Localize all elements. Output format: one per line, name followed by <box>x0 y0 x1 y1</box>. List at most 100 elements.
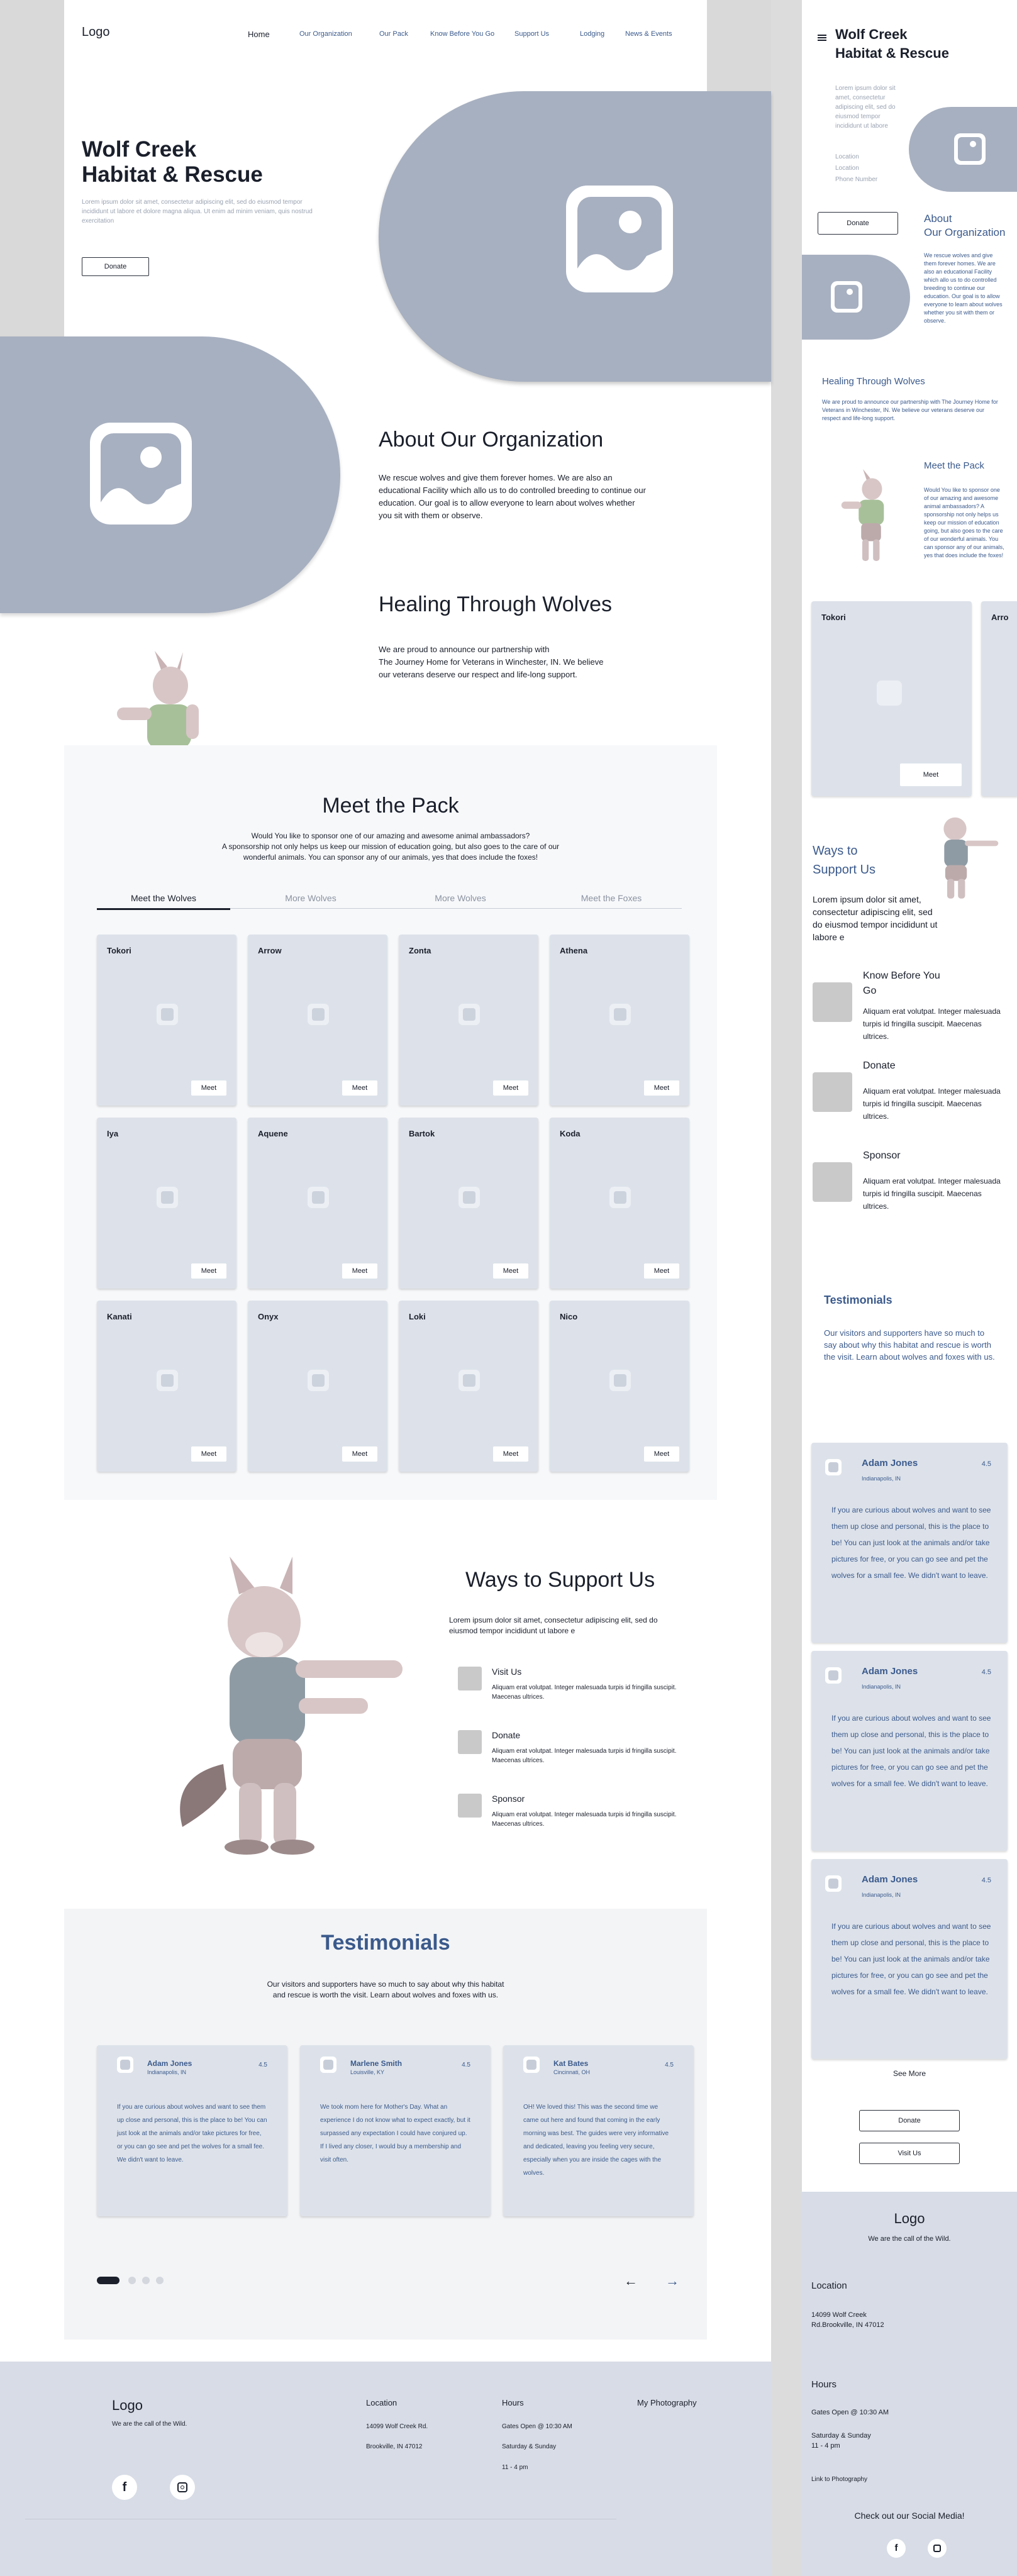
meet-button[interactable]: Meet <box>493 1263 528 1279</box>
animal-name: Onyx <box>258 1312 279 1321</box>
footer-logo[interactable]: Logo <box>112 2397 143 2414</box>
meet-button[interactable]: Meet <box>191 1446 226 1462</box>
tab-more-wolves-2[interactable]: More Wolves <box>397 893 523 903</box>
facebook-icon[interactable]: f <box>887 2539 906 2558</box>
animal-card[interactable]: Nico Meet <box>550 1301 689 1472</box>
rating: 4.5 <box>462 2062 470 2068</box>
footer-photography-link[interactable]: My Photography <box>637 2398 697 2407</box>
carousel-dot-active[interactable] <box>97 2277 119 2284</box>
margin-strip <box>0 0 64 336</box>
mobile-donate-button[interactable]: Donate <box>818 212 898 235</box>
arrow-left-icon[interactable]: ← <box>624 2273 638 2289</box>
animal-card[interactable]: Bartok Meet <box>399 1118 538 1289</box>
footer-hours3: 11 - 4 pm <box>502 2464 528 2471</box>
instagram-icon[interactable] <box>170 2475 195 2500</box>
meet-button[interactable]: Meet <box>493 1446 528 1462</box>
rating: 4.5 <box>665 2062 674 2068</box>
mobile-support-item-icon <box>813 1162 852 1202</box>
animal-name: Tokori <box>821 613 846 622</box>
nav-news-events[interactable]: News & Events <box>625 30 672 38</box>
meet-button[interactable]: Meet <box>191 1263 226 1279</box>
carousel-dot[interactable] <box>128 2277 136 2284</box>
mobile-healing-title: Healing Through Wolves <box>822 376 925 387</box>
image-icon <box>566 186 673 292</box>
mobile-support-item-title[interactable]: Donate <box>863 1058 896 1074</box>
mobile-testimonial-card: Adam Jones Indianapolis, IN 4.5 If you are … <box>811 1443 1008 1643</box>
meet-button[interactable]: Meet <box>191 1080 226 1096</box>
nav-support-us[interactable]: Support Us <box>514 30 549 38</box>
mobile-hero-image <box>909 107 1017 192</box>
mobile-testimonials-title: Testimonials <box>824 1294 892 1306</box>
meet-button[interactable]: Meet <box>644 1080 679 1096</box>
tab-meet-the-wolves[interactable]: Meet the Wolves <box>97 893 230 910</box>
hero-donate-button[interactable]: Donate <box>82 257 149 276</box>
meet-button[interactable]: Meet <box>342 1263 377 1279</box>
meet-button[interactable]: Meet <box>644 1446 679 1462</box>
image-icon-inner <box>161 1374 174 1387</box>
footer: Logo We are the call of the Wild. f Loca… <box>0 2362 771 2576</box>
animal-card[interactable]: Kanati Meet <box>97 1301 236 1472</box>
animal-card[interactable]: Loki Meet <box>399 1301 538 1472</box>
animal-card[interactable]: Iya Meet <box>97 1118 236 1289</box>
mobile-footer-logo[interactable]: Logo <box>802 2211 1017 2227</box>
hero-title-line1: Wolf Creek <box>82 137 197 162</box>
support-item-title[interactable]: Sponsor <box>492 1794 525 1804</box>
meet-button[interactable]: Meet <box>644 1263 679 1279</box>
mobile-footer-social-title: Check out our Social Media! <box>854 2511 965 2521</box>
mobile-footer-hours1: Gates Open @ 10:30 AM <box>811 2409 889 2416</box>
animal-card[interactable]: Aquene Meet <box>248 1118 387 1289</box>
avatar-icon <box>523 2057 540 2073</box>
animal-card[interactable]: Zonta Meet <box>399 935 538 1106</box>
mobile-animal-card[interactable]: Arro <box>981 601 1017 796</box>
animal-card[interactable]: Koda Meet <box>550 1118 689 1289</box>
mobile-support-item-body: Aliquam erat volutpat. Integer malesuada… <box>863 1177 1001 1211</box>
mobile-support-item-title-line: Go <box>863 985 877 996</box>
mobile-animal-card[interactable]: Tokori Meet <box>811 601 972 796</box>
image-icon-inner <box>463 1374 475 1387</box>
nav-know-before-you-go[interactable]: Know Before You Go <box>430 30 494 38</box>
animal-name: Zonta <box>409 946 431 955</box>
mobile-donate-button-2[interactable]: Donate <box>859 2110 960 2131</box>
animal-card[interactable]: Onyx Meet <box>248 1301 387 1472</box>
image-icon <box>157 1187 178 1208</box>
mobile-see-more-link[interactable]: See More <box>802 2069 1017 2078</box>
carousel-dot[interactable] <box>156 2277 164 2284</box>
testimonials-section: Testimonials Our visitors and supporters… <box>64 1909 707 2340</box>
tab-meet-the-foxes[interactable]: Meet the Foxes <box>548 893 674 903</box>
mobile-visit-button[interactable]: Visit Us <box>859 2143 960 2164</box>
tab-more-wolves[interactable]: More Wolves <box>248 893 374 903</box>
mobile-about-title: About Our Organization <box>924 212 1005 240</box>
mobile-footer-photography-link[interactable]: Link to Photography <box>811 2476 867 2483</box>
meet-button[interactable]: Meet <box>900 763 962 786</box>
animal-name: Loki <box>409 1312 426 1321</box>
instagram-icon[interactable] <box>928 2539 947 2558</box>
pack-tabs: Meet the Wolves More Wolves More Wolves … <box>97 890 682 910</box>
support-item-title[interactable]: Donate <box>492 1730 520 1740</box>
carousel-dot[interactable] <box>142 2277 150 2284</box>
animal-card[interactable]: Tokori Meet <box>97 935 236 1106</box>
testimonial-text: If you are curious about wolves and want… <box>831 1506 991 1580</box>
reviewer-name: Adam Jones <box>147 2059 192 2068</box>
nav-our-organization[interactable]: Our Organization <box>299 30 352 38</box>
meet-button[interactable]: Meet <box>342 1080 377 1096</box>
support-item-title[interactable]: Visit Us <box>492 1667 521 1677</box>
mobile-support-item-title[interactable]: Sponsor <box>863 1148 901 1163</box>
animal-card[interactable]: Arrow Meet <box>248 935 387 1106</box>
arrow-right-icon[interactable]: → <box>665 2273 679 2289</box>
mobile-support-item-title[interactable]: Know Before You Go <box>863 969 940 999</box>
image-icon <box>954 133 986 165</box>
mobile-testimonials-body: Our visitors and supporters have so much… <box>824 1328 995 1362</box>
meet-button[interactable]: Meet <box>493 1080 528 1096</box>
nav-our-pack[interactable]: Our Pack <box>379 30 408 38</box>
nav-lodging[interactable]: Lodging <box>580 30 604 38</box>
mobile-about-body: We rescue wolves and give them forever h… <box>924 252 1003 324</box>
hamburger-icon[interactable] <box>818 35 826 41</box>
facebook-icon[interactable]: f <box>112 2475 137 2500</box>
nav-home[interactable]: Home <box>248 30 270 39</box>
meet-button[interactable]: Meet <box>342 1446 377 1462</box>
footer-hours1: Gates Open @ 10:30 AM <box>502 2423 572 2430</box>
animal-card[interactable]: Athena Meet <box>550 935 689 1106</box>
mobile-support-item-title-line: Know Before You <box>863 970 940 981</box>
logo[interactable]: Logo <box>82 25 110 40</box>
mobile-support-item-icon <box>813 1072 852 1112</box>
